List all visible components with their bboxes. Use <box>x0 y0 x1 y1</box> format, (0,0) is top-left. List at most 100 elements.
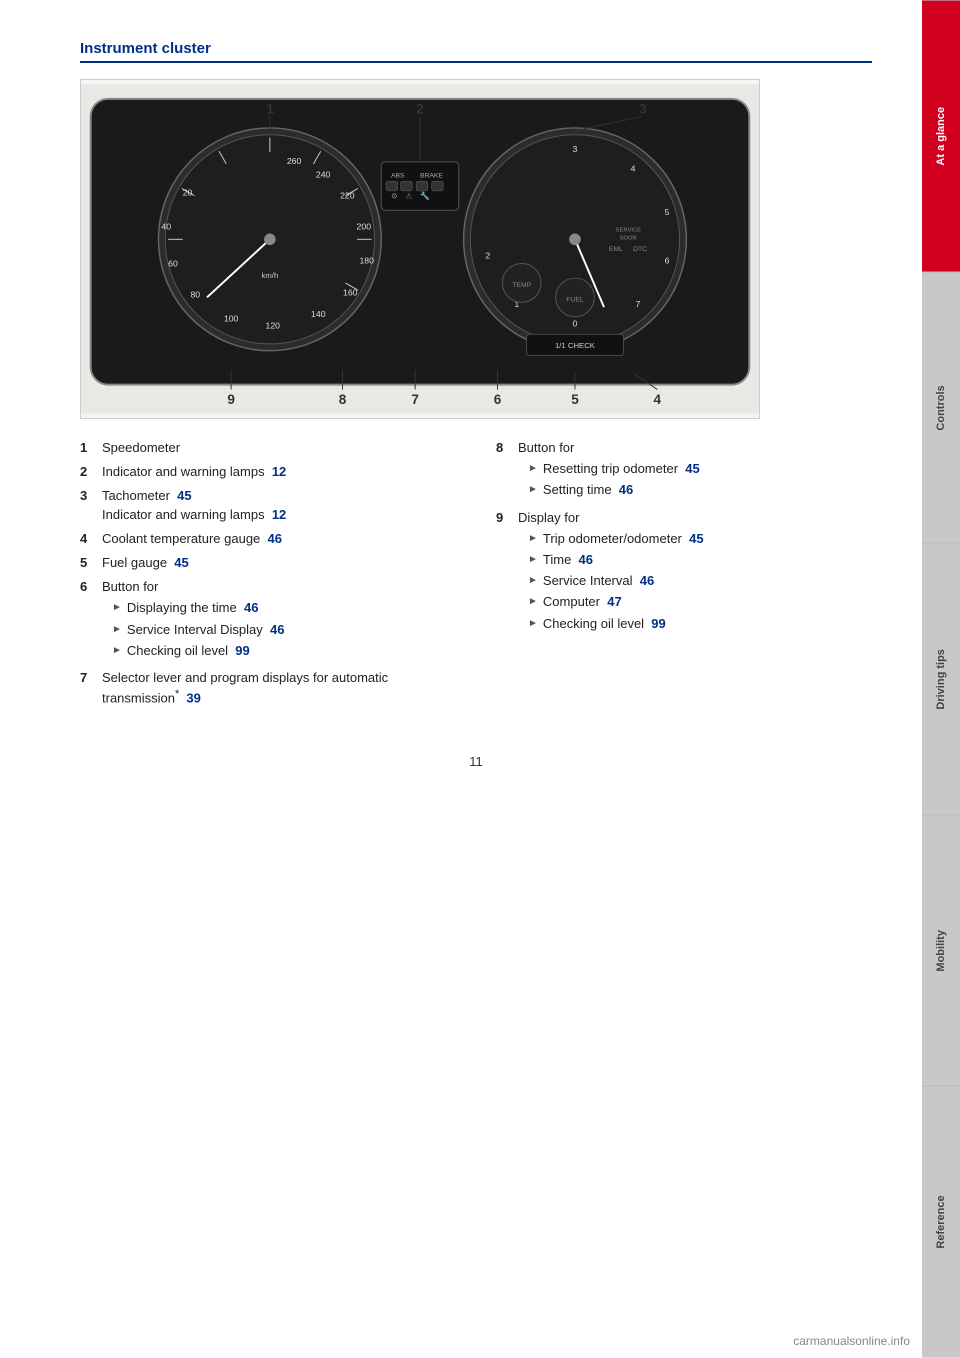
svg-text:220: 220 <box>340 191 355 201</box>
svg-text:⚠: ⚠ <box>405 192 412 201</box>
arrow-icon-8: ► <box>528 574 538 588</box>
item-3: 3 Tachometer 45 Indicator and warning la… <box>80 487 456 523</box>
left-column: 1 Speedometer 2 Indicator and warning la… <box>80 439 456 714</box>
item-9-text: Display for ► Trip odometer/odometer 45 … <box>518 509 872 636</box>
cluster-svg: 20 40 60 80 100 120 140 160 180 200 220 … <box>81 80 759 418</box>
svg-text:3: 3 <box>573 144 578 154</box>
item-9-subitems: ► Trip odometer/odometer 45 ► Time 46 ► … <box>518 530 872 633</box>
svg-text:DTC: DTC <box>633 246 647 253</box>
sidebar-tab-at-a-glance[interactable]: At a glance <box>922 0 960 272</box>
item-1-text: Speedometer <box>102 439 456 457</box>
item-8: 8 Button for ► Resetting trip odometer 4… <box>496 439 872 503</box>
item-6-num: 6 <box>80 578 102 596</box>
svg-text:6: 6 <box>494 392 502 407</box>
svg-text:km/h: km/h <box>261 271 278 280</box>
item-9-sub-2: ► Time 46 <box>518 551 872 569</box>
svg-text:120: 120 <box>266 320 281 330</box>
arrow-icon-9: ► <box>528 595 538 609</box>
svg-text:7: 7 <box>411 392 419 407</box>
svg-text:FUEL: FUEL <box>566 296 584 303</box>
cluster-diagram: 20 40 60 80 100 120 140 160 180 200 220 … <box>80 79 760 419</box>
item-5-num: 5 <box>80 554 102 572</box>
page-number: 11 <box>80 754 872 769</box>
item-9: 9 Display for ► Trip odometer/odometer 4… <box>496 509 872 636</box>
item-6-sub-3: ► Checking oil level 99 <box>102 642 456 660</box>
arrow-icon-3: ► <box>112 644 122 658</box>
svg-text:160: 160 <box>343 287 358 297</box>
arrow-icon-2: ► <box>112 623 122 637</box>
item-2-num: 2 <box>80 463 102 481</box>
description-columns: 1 Speedometer 2 Indicator and warning la… <box>80 439 872 714</box>
svg-text:0: 0 <box>573 318 578 328</box>
svg-text:8: 8 <box>339 392 347 407</box>
svg-text:5: 5 <box>571 392 579 407</box>
svg-text:3: 3 <box>639 101 647 116</box>
svg-text:260: 260 <box>287 156 302 166</box>
svg-text:SOON: SOON <box>620 235 637 241</box>
svg-text:🔧: 🔧 <box>420 191 430 201</box>
svg-text:BRAKE: BRAKE <box>420 172 443 179</box>
item-4-text: Coolant temperature gauge 46 <box>102 530 456 548</box>
right-column: 8 Button for ► Resetting trip odometer 4… <box>496 439 872 714</box>
item-5-text: Fuel gauge 45 <box>102 554 456 572</box>
item-4: 4 Coolant temperature gauge 46 <box>80 530 456 548</box>
item-1-num: 1 <box>80 439 102 457</box>
item-8-sub-1: ► Resetting trip odometer 45 <box>518 460 872 478</box>
svg-text:SERVICE: SERVICE <box>616 228 641 234</box>
svg-text:5: 5 <box>665 207 670 217</box>
item-9-sub-4: ► Computer 47 <box>518 593 872 611</box>
sidebar-tab-reference[interactable]: Reference <box>922 1086 960 1358</box>
sidebar-tab-mobility[interactable]: Mobility <box>922 815 960 1087</box>
item-9-sub-3: ► Service Interval 46 <box>518 572 872 590</box>
arrow-icon-5: ► <box>528 483 538 497</box>
svg-text:20: 20 <box>183 188 193 198</box>
svg-text:EML: EML <box>609 246 623 253</box>
sidebar-tab-controls[interactable]: Controls <box>922 272 960 544</box>
item-6-subitems: ► Displaying the time 46 ► Service Inter… <box>102 599 456 660</box>
sidebar-tab-driving-tips[interactable]: Driving tips <box>922 543 960 815</box>
svg-text:100: 100 <box>224 314 239 324</box>
arrow-icon-10: ► <box>528 617 538 631</box>
item-9-sub-5: ► Checking oil level 99 <box>518 615 872 633</box>
svg-text:7: 7 <box>636 299 641 309</box>
svg-text:140: 140 <box>311 309 326 319</box>
item-8-text: Button for ► Resetting trip odometer 45 … <box>518 439 872 503</box>
main-content: Instrument cluster 20 <box>0 0 922 809</box>
item-1: 1 Speedometer <box>80 439 456 457</box>
item-2-text: Indicator and warning lamps 12 <box>102 463 456 481</box>
svg-text:ABS: ABS <box>391 172 405 179</box>
item-8-sub-2: ► Setting time 46 <box>518 481 872 499</box>
svg-text:6: 6 <box>665 256 670 266</box>
svg-text:4: 4 <box>631 164 636 174</box>
item-7-num: 7 <box>80 669 102 687</box>
arrow-icon-7: ► <box>528 553 538 567</box>
item-7: 7 Selector lever and program displays fo… <box>80 669 456 708</box>
site-logo: carmanualsonline.info <box>793 1334 910 1348</box>
svg-text:60: 60 <box>168 258 178 268</box>
sidebar: At a glance Controls Driving tips Mobili… <box>922 0 960 1358</box>
svg-text:180: 180 <box>359 256 374 266</box>
item-6-sub-1: ► Displaying the time 46 <box>102 599 456 617</box>
item-3-text: Tachometer 45 Indicator and warning lamp… <box>102 487 456 523</box>
arrow-icon-4: ► <box>528 462 538 476</box>
arrow-icon-6: ► <box>528 532 538 546</box>
item-4-num: 4 <box>80 530 102 548</box>
svg-text:2: 2 <box>416 101 424 116</box>
item-7-text: Selector lever and program displays for … <box>102 669 456 708</box>
svg-text:1/1 CHECK: 1/1 CHECK <box>555 341 596 350</box>
item-9-sub-1: ► Trip odometer/odometer 45 <box>518 530 872 548</box>
item-6-sub-2: ► Service Interval Display 46 <box>102 621 456 639</box>
section-title: Instrument cluster <box>80 40 872 63</box>
svg-text:200: 200 <box>357 222 372 232</box>
item-3-num: 3 <box>80 487 102 505</box>
svg-text:⚙: ⚙ <box>391 192 398 201</box>
svg-text:2: 2 <box>485 251 490 261</box>
item-9-num: 9 <box>496 509 518 527</box>
svg-text:TEMP: TEMP <box>512 282 531 289</box>
svg-text:240: 240 <box>316 169 331 179</box>
svg-text:9: 9 <box>227 392 235 407</box>
item-8-subitems: ► Resetting trip odometer 45 ► Setting t… <box>518 460 872 499</box>
item-6-text: Button for ► Displaying the time 46 ► Se… <box>102 578 456 663</box>
arrow-icon-1: ► <box>112 601 122 615</box>
svg-text:80: 80 <box>190 289 200 299</box>
